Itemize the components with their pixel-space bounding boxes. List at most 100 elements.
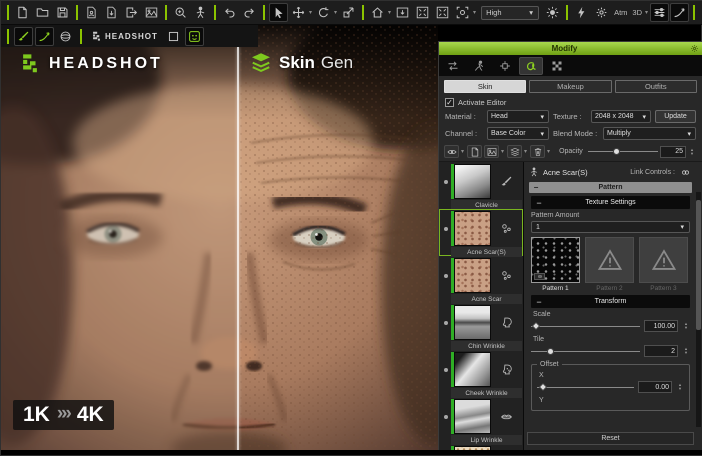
pose-tool-icon[interactable] (191, 3, 210, 22)
3d-mode-label[interactable]: 3D (632, 8, 642, 17)
layer-stack-caret-icon[interactable]: ▾ (524, 148, 527, 155)
update-button[interactable]: Update (655, 110, 696, 123)
home-view-icon[interactable] (368, 3, 387, 22)
layer-item-chin-wrinkle[interactable]: Chin Wrinkle (439, 303, 523, 350)
delete-layer-caret-icon[interactable]: ▾ (547, 148, 550, 155)
save-project-icon[interactable] (53, 3, 72, 22)
layer-visibility-icon[interactable] (444, 145, 459, 158)
layer-visibility-dot[interactable] (440, 180, 451, 184)
redo-icon[interactable] (240, 3, 259, 22)
scale-tool-icon[interactable] (339, 3, 358, 22)
layer-visibility-dot[interactable] (440, 321, 451, 325)
offset-x-value[interactable]: 0.00 (638, 381, 672, 393)
tab-modify-transform-icon[interactable] (441, 57, 465, 75)
layer-visibility-dot[interactable] (440, 368, 451, 372)
opacity-value[interactable]: 25 (660, 146, 686, 158)
tab-skingen-icon[interactable] (519, 57, 543, 75)
layer-stack-icon[interactable] (507, 145, 522, 158)
pattern-3-slot[interactable] (639, 237, 688, 283)
scale-value[interactable]: 100.00 (644, 320, 678, 332)
expand-view-icon[interactable] (413, 3, 432, 22)
cube-tool-icon[interactable] (164, 27, 183, 46)
reset-button[interactable]: Reset (527, 432, 694, 445)
adjust-sliders-icon[interactable] (650, 3, 669, 22)
collapse-icon[interactable]: − (531, 297, 547, 307)
transform-section-header[interactable]: − Transform (531, 295, 690, 308)
layer-item-acne-scar-s[interactable]: Acne Scar(S) (439, 209, 523, 256)
layer-visibility-caret-icon[interactable]: ▾ (461, 148, 464, 155)
render-quality-dropdown[interactable]: High ▾ (481, 6, 539, 20)
comparison-split-line[interactable] (237, 47, 239, 452)
open-project-icon[interactable] (33, 3, 52, 22)
motion-flash-icon[interactable] (572, 3, 591, 22)
texture-settings-section-header[interactable]: − Texture Settings (531, 196, 690, 209)
texture-size-dropdown[interactable]: 2048 x 2048 ▾ (591, 110, 651, 123)
fit-view-icon[interactable] (393, 3, 412, 22)
tab-material-checker-icon[interactable] (545, 57, 569, 75)
camera-gizmo-icon[interactable] (453, 3, 472, 22)
move-tool-icon[interactable] (289, 3, 308, 22)
layer-visibility-dot[interactable] (440, 415, 451, 419)
move-tool-caret-icon[interactable]: ▾ (309, 9, 312, 16)
layer-image-icon[interactable] (484, 145, 499, 158)
rotate-tool-icon[interactable] (314, 3, 333, 22)
tile-spinner[interactable]: ▴▾ (682, 345, 690, 357)
viewport[interactable]: HEADSHOT SkinGen 1K ››› 4K (1, 25, 438, 452)
import-file-icon[interactable] (102, 3, 121, 22)
rotate-tool-caret-icon[interactable]: ▾ (334, 9, 337, 16)
opacity-spinner[interactable]: ▴▾ (688, 146, 696, 158)
collapse-icon[interactable]: − (529, 183, 543, 192)
material-dropdown[interactable]: Head ▾ (487, 110, 549, 123)
layer-visibility-dot[interactable] (440, 227, 451, 231)
brightness-icon[interactable] (543, 3, 562, 22)
home-view-caret-icon[interactable]: ▾ (388, 9, 391, 16)
pattern-section-header[interactable]: − Pattern (529, 182, 692, 193)
face-chip-icon[interactable] (185, 27, 204, 46)
curve-editor-icon[interactable] (670, 3, 689, 22)
headshot-plugin-button[interactable]: HEADSHOT (91, 31, 158, 42)
pattern-2-slot[interactable] (585, 237, 634, 283)
scale-spinner[interactable]: ▴▾ (682, 320, 690, 332)
export-file-icon[interactable] (122, 3, 141, 22)
pattern-amount-dropdown[interactable]: 1 ▾ (531, 221, 690, 233)
tab-outfits[interactable]: Outfits (615, 80, 697, 93)
pattern-1-slot[interactable] (531, 237, 580, 283)
tile-value[interactable]: 2 (644, 345, 678, 357)
properties-scrollbar[interactable] (696, 192, 701, 427)
camera-gizmo-caret-icon[interactable]: ▾ (473, 9, 476, 16)
layer-item-clavicle[interactable]: Clavicle (439, 162, 523, 209)
tab-makeup[interactable]: Makeup (529, 80, 611, 93)
panel-settings-gear-icon[interactable] (690, 44, 699, 53)
modify-panel-titlebar[interactable]: Modify (439, 42, 702, 55)
tile-slider[interactable] (531, 347, 640, 356)
new-layer-icon[interactable] (467, 145, 482, 158)
tab-attach-icon[interactable] (493, 57, 517, 75)
link-controls-icon[interactable] (679, 168, 692, 177)
layer-item-cheek-wrinkle[interactable]: Cheek Wrinkle (439, 350, 523, 397)
lod-sphere-icon[interactable] (56, 27, 75, 46)
tab-animation-icon[interactable] (467, 57, 491, 75)
layer-visibility-dot[interactable] (440, 274, 451, 278)
undo-icon[interactable] (220, 3, 239, 22)
blend-mode-dropdown[interactable]: Multiply ▾ (603, 127, 696, 140)
scrollbar-thumb[interactable] (696, 200, 701, 330)
atmosphere-gear-icon[interactable] (592, 3, 611, 22)
layer-image-caret-icon[interactable]: ▾ (501, 148, 504, 155)
channel-dropdown[interactable]: Base Color ▾ (487, 127, 549, 140)
load-character-icon[interactable] (82, 3, 101, 22)
render-image-icon[interactable] (142, 3, 161, 22)
collapse-icon[interactable]: − (531, 198, 547, 208)
zoom-tool-icon[interactable] (171, 3, 190, 22)
3d-mode-caret-icon[interactable]: ▾ (645, 9, 648, 16)
skin-curve-brush-icon[interactable] (35, 27, 54, 46)
offset-x-spinner[interactable]: ▴▾ (676, 381, 684, 393)
skin-brush-icon[interactable] (14, 27, 33, 46)
new-project-icon[interactable] (13, 3, 32, 22)
activate-editor-checkbox[interactable]: ✓ (445, 98, 454, 107)
tab-skin[interactable]: Skin (444, 80, 526, 93)
layer-item-lip-wrinkle[interactable]: Lip Wrinkle (439, 397, 523, 444)
select-tool-icon[interactable] (269, 3, 288, 22)
scale-slider[interactable] (531, 322, 640, 331)
layer-item-acne-scar[interactable]: Acne Scar (439, 256, 523, 303)
offset-x-slider[interactable] (537, 383, 634, 392)
